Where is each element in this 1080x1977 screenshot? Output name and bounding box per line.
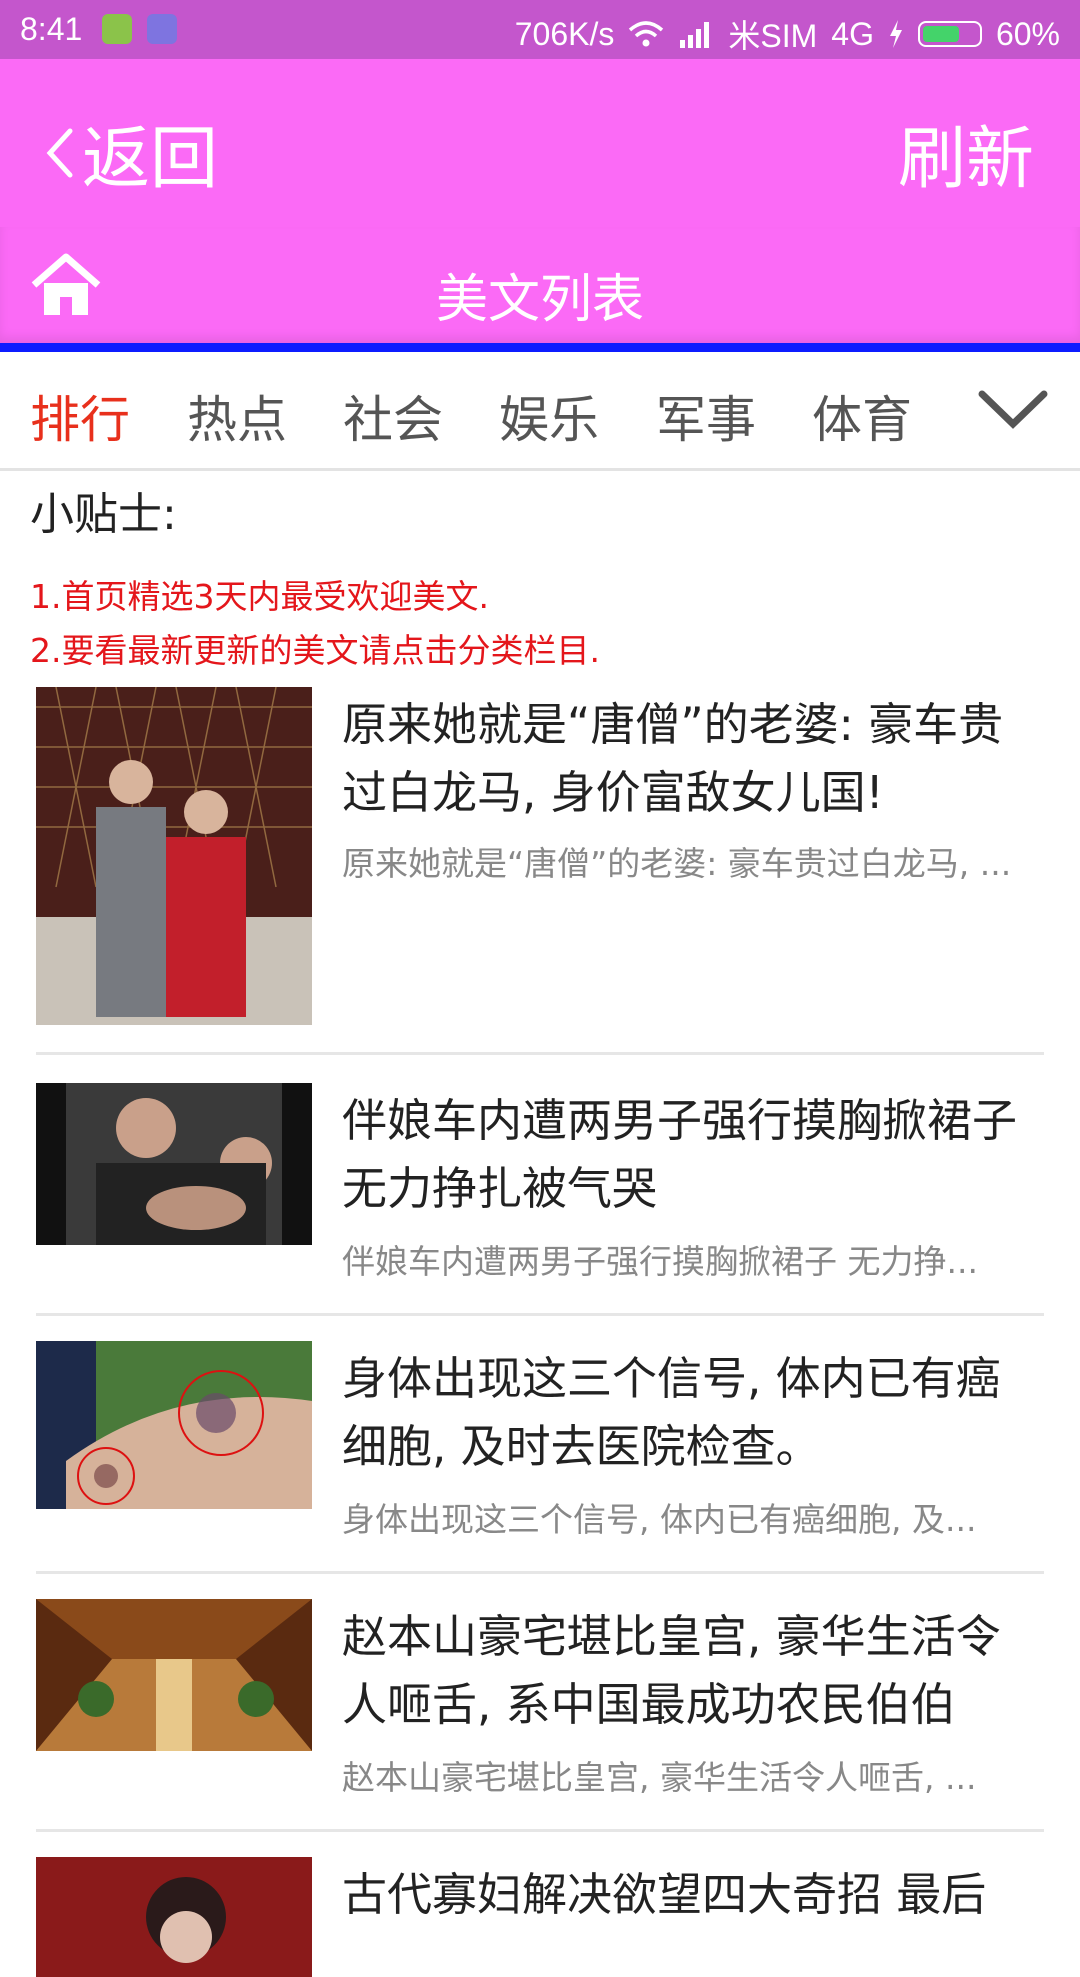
category-tabs: 排行 热点 社会 娱乐 军事 体育 [0,352,1080,471]
tip-line: 2.要看最新更新的美文请点击分类栏目. [30,631,600,670]
tab-entertainment[interactable]: 娱乐 [499,380,599,452]
refresh-button[interactable]: 刷新 [898,103,1034,202]
top-toolbar: 返回 刷新 [0,59,1080,227]
article-title: 身体出现这三个信号, 体内已有癌细胞, 及时去医院检查。 [342,1352,1001,1473]
article-summary: 原来她就是“唐僧”的老婆: 豪车贵过白龙马, ... [342,844,1012,883]
signal-icon [680,22,710,48]
carrier-label: 米SIM [728,18,818,54]
article-title: 古代寡妇解决欲望四大奇招 最后 [342,1868,987,1921]
battery-app-icon [102,14,132,44]
article-title: 原来她就是“唐僧”的老婆: 豪车贵过白龙马, 身价富敌女儿国! [342,698,1004,819]
article-item[interactable]: 原来她就是“唐僧”的老婆: 豪车贵过白龙马, 身价富敌女儿国! 原来她就是“唐僧… [36,687,1044,1055]
app-icon [147,14,177,44]
tab-society[interactable]: 社会 [343,380,443,452]
tips-heading: 小贴士: [30,489,177,540]
tab-sports[interactable]: 体育 [812,380,912,452]
article-item[interactable]: 古代寡妇解决欲望四大奇招 最后 [36,1857,1044,1977]
tips-section: 小贴士: 1.首页精选3天内最受欢迎美文. 2.要看最新更新的美文请点击分类栏目… [30,470,1050,678]
status-bar: 8:41 706K/s 米SIM 4G 60% [0,0,1080,59]
article-summary: 身体出现这三个信号, 体内已有癌细胞, 及... [342,1500,977,1539]
article-thumbnail [36,1599,312,1751]
chevron-down-icon[interactable] [976,386,1050,432]
article-item[interactable]: 赵本山豪宅堪比皇宫, 豪华生活令人咂舌, 系中国最成功农民伯伯 赵本山豪宅堪比皇… [36,1599,1044,1832]
wifi-icon [629,21,664,47]
tab-military[interactable]: 军事 [656,380,756,452]
status-right: 706K/s 米SIM 4G 60% [515,11,1060,57]
article-thumbnail [36,1083,312,1245]
status-time: 8:41 [20,11,83,47]
back-label: 返回 [82,120,219,199]
network-speed: 706K/s [514,15,615,52]
article-title: 赵本山豪宅堪比皇宫, 豪华生活令人咂舌, 系中国最成功农民伯伯 [342,1610,1001,1731]
back-button[interactable]: 返回 [42,103,218,202]
title-bar: 美文列表 [0,227,1080,343]
tip-line: 1.首页精选3天内最受欢迎美文. [30,577,489,616]
page-title: 美文列表 [435,270,644,330]
article-thumbnail [36,1857,312,1977]
charging-icon [889,20,902,48]
article-summary: 伴娘车内遭两男子强行摸胸掀裙子 无力挣... [342,1242,978,1281]
network-type: 4G [831,15,874,52]
battery-percent: 60% [995,15,1060,52]
accent-divider [0,343,1080,352]
article-item[interactable]: 伴娘车内遭两男子强行摸胸掀裙子 无力挣扎被气哭 伴娘车内遭两男子强行摸胸掀裙子 … [36,1083,1044,1316]
article-thumbnail [36,1341,312,1509]
chevron-left-icon [46,128,73,177]
tab-ranking[interactable]: 排行 [30,380,130,452]
article-thumbnail [36,687,312,1025]
article-item[interactable]: 身体出现这三个信号, 体内已有癌细胞, 及时去医院检查。 身体出现这三个信号, … [36,1341,1044,1574]
tab-hot[interactable]: 热点 [187,380,287,452]
article-title: 伴娘车内遭两男子强行摸胸掀裙子 无力挣扎被气哭 [342,1094,1018,1215]
battery-icon [917,21,982,47]
article-summary: 赵本山豪宅堪比皇宫, 豪华生活令人咂舌, ... [342,1758,977,1797]
